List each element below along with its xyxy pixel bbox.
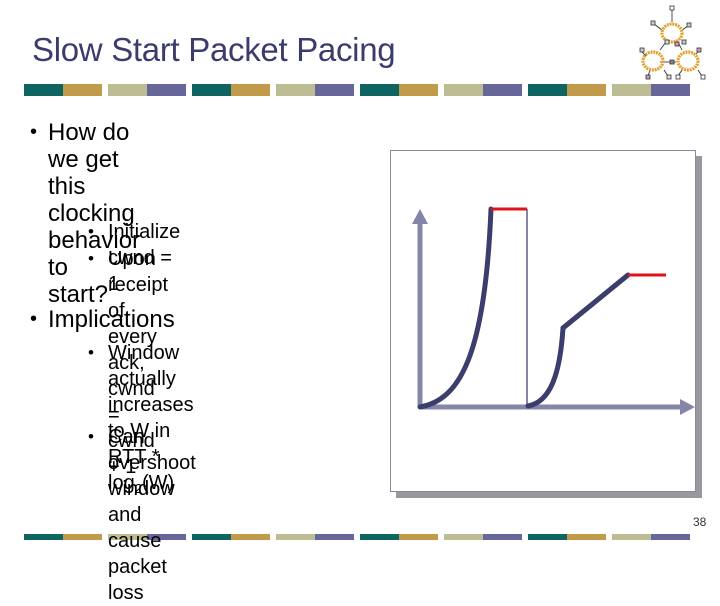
bullet-dot-icon: • bbox=[88, 222, 94, 241]
bar-segment bbox=[567, 84, 606, 96]
bar-segment bbox=[24, 534, 63, 540]
bar-segment bbox=[360, 84, 399, 96]
bullet-line: How do we get this bbox=[48, 119, 130, 200]
bar-segment bbox=[231, 84, 270, 96]
bar-segment bbox=[147, 84, 186, 96]
bar-segment bbox=[483, 534, 522, 540]
bullet-dot-icon: • bbox=[30, 308, 38, 330]
bullet-line: Window actually bbox=[108, 342, 180, 390]
bullet-line: Implications bbox=[48, 306, 175, 333]
bar-segment bbox=[567, 534, 606, 540]
bar-segment bbox=[63, 534, 102, 540]
bullet-line: Upon receipt of every bbox=[108, 248, 169, 348]
bar-segment bbox=[24, 84, 63, 96]
bar-segment bbox=[612, 534, 651, 540]
bar-segment bbox=[444, 84, 483, 96]
bar-segment bbox=[63, 84, 102, 96]
bar-segment bbox=[528, 84, 567, 96]
bar-segment bbox=[399, 84, 438, 96]
bar-segment bbox=[651, 534, 690, 540]
bullet-dot-icon: • bbox=[88, 249, 94, 268]
bullet-level1: • Implications bbox=[30, 306, 175, 333]
bar-segment bbox=[444, 534, 483, 540]
bar-segment bbox=[528, 534, 567, 540]
bar-segment bbox=[315, 84, 354, 96]
slide-title: Slow Start Packet Pacing bbox=[32, 31, 396, 68]
bar-segment bbox=[483, 84, 522, 96]
bar-segment bbox=[399, 534, 438, 540]
bar-segment bbox=[651, 84, 690, 96]
page-number: 38 bbox=[693, 515, 707, 529]
bullet-dot-icon: • bbox=[88, 427, 94, 446]
bullet-level2: • Can overshoot window and cause packet … bbox=[88, 424, 196, 606]
bar-segment bbox=[315, 534, 354, 540]
bullet-dot-icon: • bbox=[88, 343, 94, 362]
network-logo-icon bbox=[639, 5, 706, 80]
bullet-line: and cause packet loss bbox=[108, 504, 167, 604]
diagram-frame bbox=[390, 150, 696, 492]
bar-segment bbox=[360, 534, 399, 540]
bullet-line: Can overshoot window bbox=[108, 426, 196, 500]
bar-segment bbox=[276, 534, 315, 540]
bar-segment bbox=[192, 534, 231, 540]
bar-segment bbox=[108, 84, 147, 96]
bar-segment bbox=[231, 534, 270, 540]
bar-segment bbox=[612, 84, 651, 96]
bullet-dot-icon: • bbox=[30, 121, 38, 143]
cwnd-diagram bbox=[390, 150, 702, 498]
bar-segment bbox=[276, 84, 315, 96]
bar-segment bbox=[192, 84, 231, 96]
